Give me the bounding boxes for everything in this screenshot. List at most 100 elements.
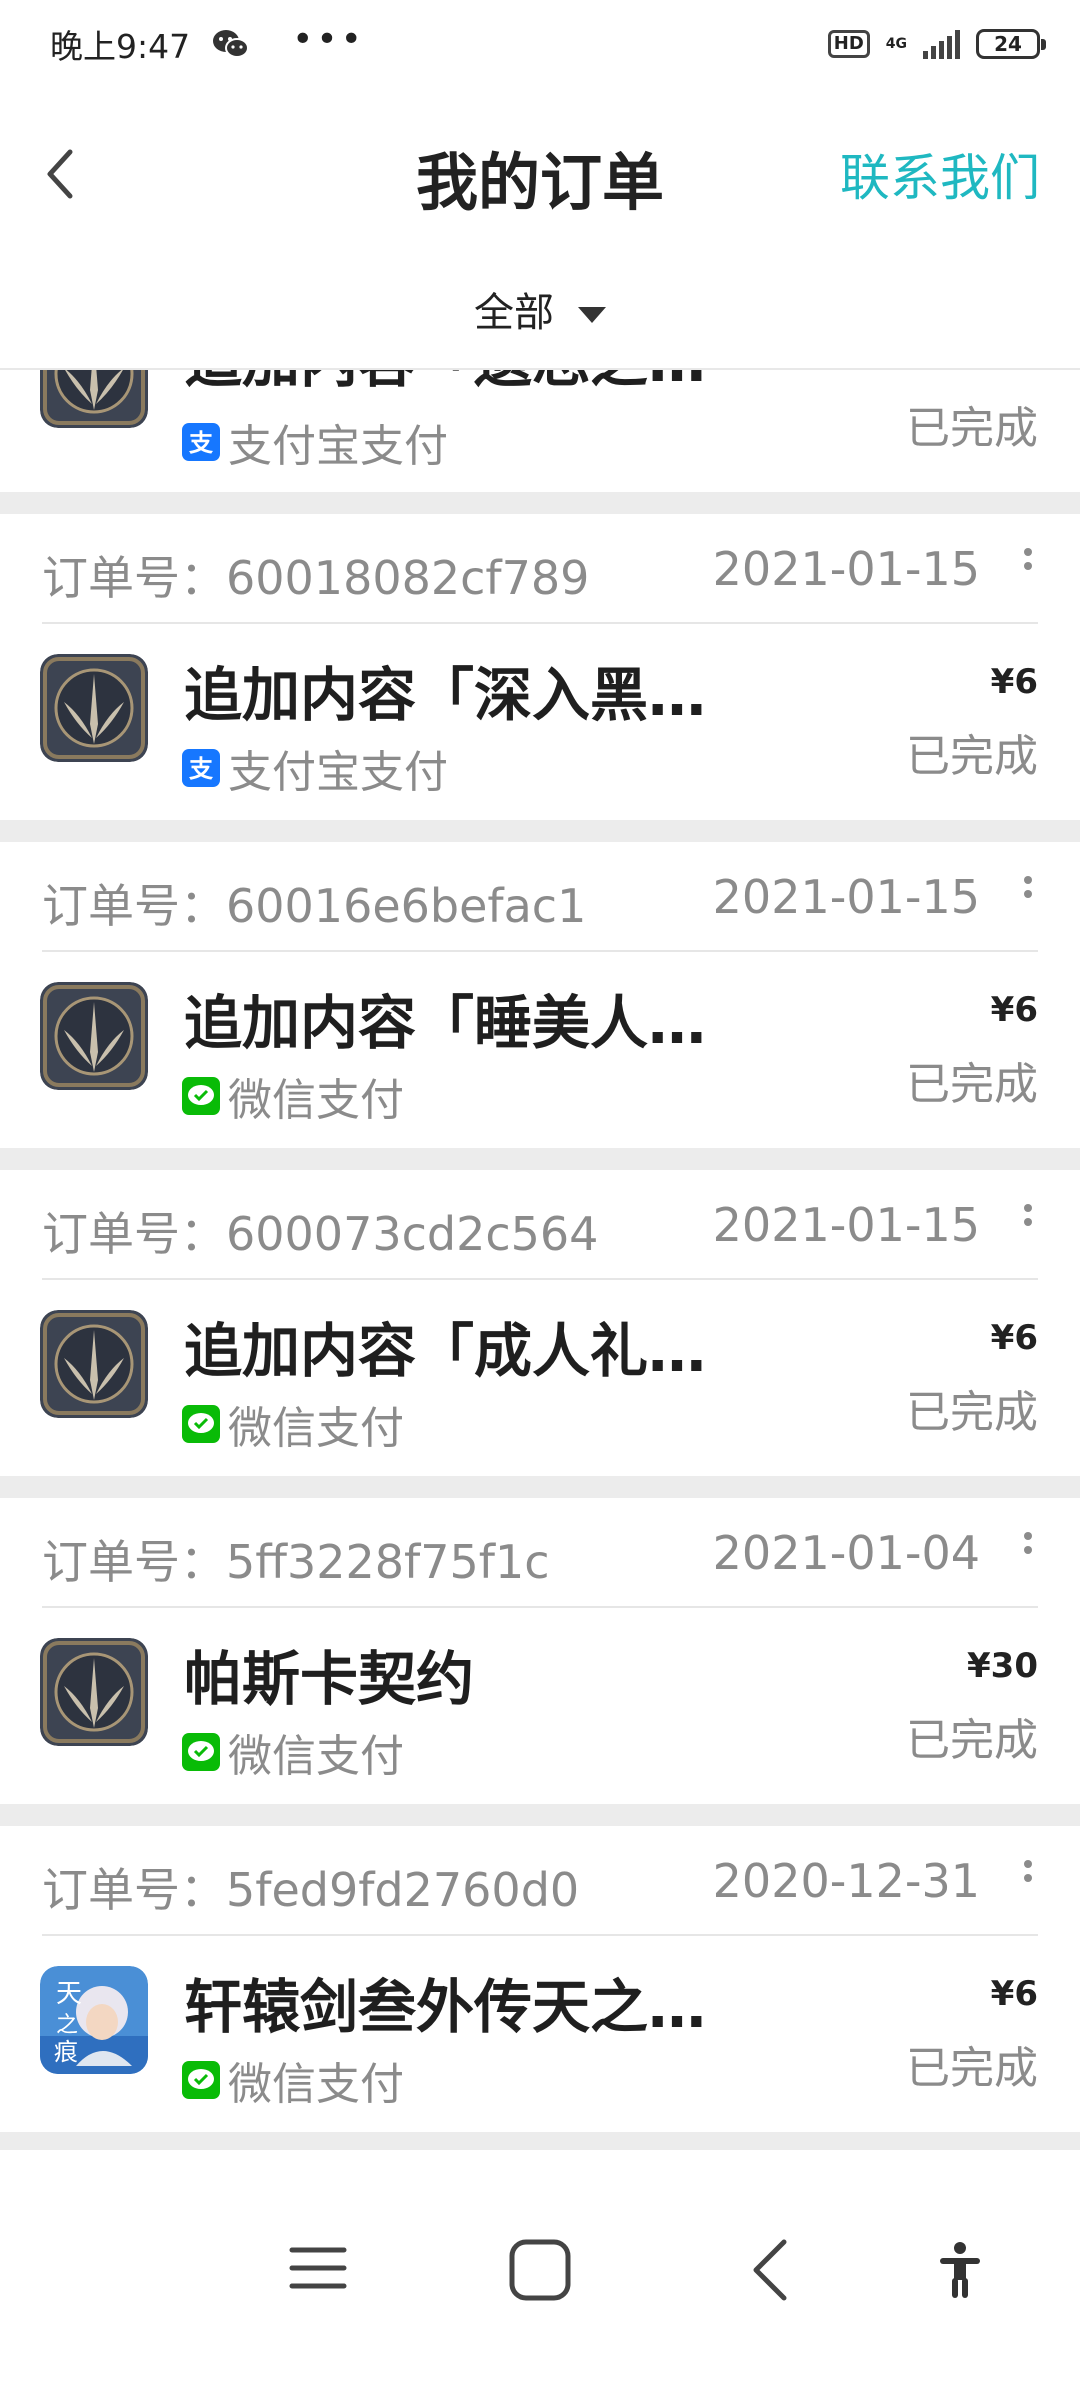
order-number: 订单号：60016e6befac1 — [42, 879, 587, 933]
order-card-partial[interactable]: 追加内容「遗忘之… 支 支付宝支付 已完成 — [0, 370, 1080, 492]
order-card-header: 订单号：5fed9fd2760d0 2020-12-31 — [42, 1826, 1038, 1936]
game-portrait-icon: 天 之 痕 — [40, 1966, 148, 2074]
svg-text:之: 之 — [56, 2013, 78, 2038]
order-number: 订单号：5ff3228f75f1c — [42, 1535, 550, 1589]
more-vertical-icon[interactable] — [1018, 1526, 1038, 1560]
order-card-header: 订单号：60016e6befac1 2021-01-15 — [42, 842, 1038, 952]
payment-method: 微信支付 — [182, 1392, 404, 1456]
payment-method: 微信支付 — [182, 1064, 404, 1128]
card-separator — [0, 1476, 1080, 1498]
order-number: 订单号：600073cd2c564 — [42, 1207, 599, 1261]
more-vertical-icon[interactable] — [1018, 1854, 1038, 1888]
card-separator — [0, 2132, 1080, 2150]
card-separator — [0, 1148, 1080, 1170]
more-dots-icon: ••• — [292, 18, 365, 60]
wechat-pay-icon — [182, 1077, 220, 1115]
hd-badge: HD — [827, 30, 870, 58]
more-vertical-icon[interactable] — [1018, 542, 1038, 576]
item-name: 追加内容「睡美人… — [184, 989, 707, 1057]
svg-text:支: 支 — [189, 755, 214, 783]
order-status: 已完成 — [906, 1387, 1038, 1438]
status-bar-left: 晚上9:47 ••• — [50, 18, 365, 68]
card-separator — [0, 492, 1080, 514]
svg-text:支: 支 — [189, 429, 214, 457]
svg-text:天: 天 — [56, 1979, 82, 2009]
order-card[interactable]: 订单号：5fed9fd2760d0 2020-12-31 天 之 痕 轩辕剑叁外… — [0, 1826, 1080, 2132]
item-name: 追加内容「遗忘之… — [184, 370, 706, 398]
wechat-pay-icon — [182, 1405, 220, 1443]
network-type: 4G — [885, 35, 907, 52]
order-card[interactable]: 订单号：5ff3228f75f1c 2021-01-04 帕斯卡契约 微信支付 … — [0, 1498, 1080, 1804]
battery-level: 24 — [994, 32, 1022, 56]
order-price: ¥6 — [990, 1974, 1038, 2014]
payment-method: 微信支付 — [182, 1720, 404, 1784]
order-date: 2021-01-04 — [712, 1526, 980, 1580]
order-status: 已完成 — [906, 1059, 1038, 1110]
payment-method-label: 支付宝支付 — [228, 747, 448, 798]
payment-method-label: 微信支付 — [228, 2059, 404, 2110]
order-number: 订单号：60018082cf789 — [42, 551, 590, 605]
more-vertical-icon[interactable] — [1018, 1198, 1038, 1232]
order-price: ¥30 — [967, 1646, 1038, 1686]
order-date: 2021-01-15 — [712, 542, 980, 596]
order-price: ¥6 — [990, 990, 1038, 1030]
order-status: 已完成 — [906, 731, 1038, 782]
order-status: 已完成 — [906, 403, 1038, 454]
status-bar: 晚上9:47 ••• HD 4G 24 — [0, 0, 1080, 88]
payment-method-label: 微信支付 — [228, 1403, 404, 1454]
item-name: 追加内容「成人礼… — [184, 1317, 707, 1385]
order-date: 2021-01-15 — [712, 1198, 980, 1252]
contact-us-link[interactable]: 联系我们 — [840, 138, 1040, 210]
card-separator — [0, 820, 1080, 842]
menu-icon[interactable] — [288, 2238, 348, 2298]
back-icon[interactable] — [748, 2238, 792, 2302]
filter-label: 全部 — [474, 290, 554, 336]
item-name: 帕斯卡契约 — [184, 1645, 475, 1713]
triangle-down-icon — [578, 307, 606, 323]
item-name: 追加内容「深入黑… — [184, 661, 707, 729]
payment-method: 支 支付宝支付 — [182, 410, 448, 474]
payment-method: 支 支付宝支付 — [182, 736, 448, 800]
payment-method-label: 微信支付 — [228, 1731, 404, 1782]
order-card-header: 订单号：60018082cf789 2021-01-15 — [42, 514, 1038, 624]
order-status: 已完成 — [906, 2043, 1038, 2094]
game-emblem-icon — [40, 1310, 148, 1418]
filter-dropdown[interactable]: 全部 — [0, 280, 1080, 338]
accessibility-icon[interactable] — [936, 2238, 984, 2302]
alipay-icon: 支 — [182, 423, 220, 461]
card-separator — [0, 1804, 1080, 1826]
wechat-icon — [213, 30, 250, 58]
order-card[interactable]: 订单号：600073cd2c564 2021-01-15 追加内容「成人礼… 微… — [0, 1170, 1080, 1476]
alipay-icon: 支 — [182, 749, 220, 787]
order-status: 已完成 — [906, 1715, 1038, 1766]
order-number: 订单号：5fed9fd2760d0 — [42, 1863, 580, 1917]
order-date: 2021-01-15 — [712, 870, 980, 924]
item-name: 轩辕剑叁外传天之… — [184, 1973, 707, 2041]
payment-method-label: 支付宝支付 — [228, 421, 448, 472]
signal-icon — [923, 29, 960, 59]
order-price: ¥6 — [990, 662, 1038, 702]
battery-icon: 24 — [976, 29, 1046, 59]
more-vertical-icon[interactable] — [1018, 870, 1038, 904]
home-icon[interactable] — [508, 2238, 572, 2302]
wechat-pay-icon — [182, 2061, 220, 2099]
order-card-header: 订单号：600073cd2c564 2021-01-15 — [42, 1170, 1038, 1280]
order-price: ¥6 — [990, 1318, 1038, 1358]
game-emblem-icon — [40, 370, 148, 428]
order-card[interactable]: 订单号：60018082cf789 2021-01-15 追加内容「深入黑… 支… — [0, 514, 1080, 820]
wechat-pay-icon — [182, 1733, 220, 1771]
status-bar-right: HD 4G 24 — [827, 29, 1046, 59]
game-emblem-icon — [40, 982, 148, 1090]
payment-method-label: 微信支付 — [228, 1075, 404, 1126]
app-header: 我的订单 联系我们 — [0, 88, 1080, 258]
order-list[interactable]: 追加内容「遗忘之… 支 支付宝支付 已完成 订单号：60018082cf789 … — [0, 370, 1080, 2150]
payment-method: 微信支付 — [182, 2048, 404, 2112]
svg-text:痕: 痕 — [54, 2038, 78, 2066]
order-card[interactable]: 订单号：60016e6befac1 2021-01-15 追加内容「睡美人… 微… — [0, 842, 1080, 1148]
status-time: 晚上9:47 — [50, 27, 191, 66]
order-date: 2020-12-31 — [712, 1854, 980, 1908]
system-nav-bar — [0, 2150, 1080, 2400]
game-emblem-icon — [40, 1638, 148, 1746]
order-card-header: 订单号：5ff3228f75f1c 2021-01-04 — [42, 1498, 1038, 1608]
game-emblem-icon — [40, 654, 148, 762]
